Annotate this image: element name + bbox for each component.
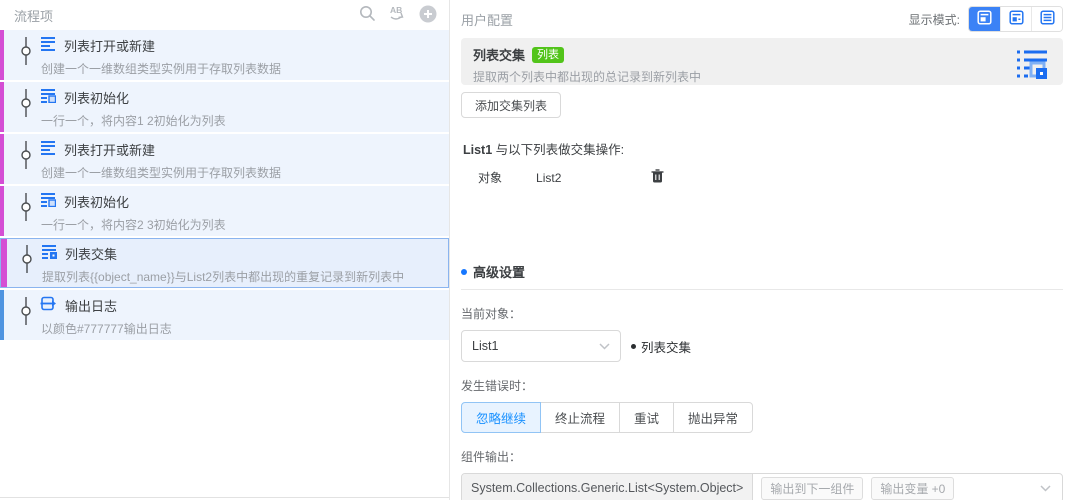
- intersect-object-row[interactable]: 对象 List2: [461, 169, 1063, 186]
- step-title: 输出日志: [65, 298, 118, 314]
- error-handling-label: 发生错误时：: [461, 379, 534, 393]
- list-icon: [40, 36, 56, 54]
- component-output-label: 组件输出：: [461, 450, 522, 464]
- error-option-terminate[interactable]: 终止流程: [540, 402, 621, 433]
- step-connector-icon: [20, 88, 32, 126]
- step-connector-icon: [20, 296, 32, 334]
- step-connector-icon: [21, 244, 33, 282]
- advanced-settings-header: 高级设置: [461, 262, 1063, 281]
- plus-icon: [419, 5, 437, 26]
- current-object-select[interactable]: List1: [461, 330, 621, 362]
- step-title: 列表交集: [65, 246, 118, 262]
- add-step-button[interactable]: [419, 5, 437, 26]
- list-init-icon: [40, 88, 57, 106]
- error-option-ignore[interactable]: 忽略继续: [461, 402, 542, 433]
- error-handling-group: 忽略继续 终止流程 重试 抛出异常: [461, 402, 754, 433]
- step-subtitle: 一行一个，将内容2 3初始化为列表: [41, 217, 226, 232]
- error-option-throw[interactable]: 抛出异常: [673, 402, 754, 433]
- config-panel-header: 用户配置 显示模式:: [461, 6, 1063, 32]
- process-panel-header: 流程项 AB: [0, 0, 449, 30]
- step-subtitle: 一行一个，将内容1 2初始化为列表: [41, 113, 226, 128]
- step-accent-bar: [0, 82, 4, 132]
- display-mode-detail-button[interactable]: [969, 7, 1000, 31]
- trash-icon: [651, 169, 664, 186]
- output-chevron-down-icon: [1040, 484, 1051, 492]
- log-output-icon: [40, 296, 57, 314]
- search-button[interactable]: [359, 5, 376, 25]
- process-step-2[interactable]: 列表初始化 一行一个，将内容1 2初始化为列表: [0, 82, 449, 132]
- step-accent-bar: [0, 30, 4, 80]
- config-panel: 用户配置 显示模式: 列表交集 列表 提取两个列表中都出现的总记录到新列表中 添…: [450, 0, 1073, 500]
- config-panel-title: 用户配置: [461, 12, 514, 28]
- add-intersect-list-button[interactable]: 添加交集列表: [461, 92, 562, 118]
- component-subtitle: 提取两个列表中都出现的总记录到新列表中: [473, 70, 702, 84]
- process-step-4[interactable]: 列表初始化 一行一个，将内容2 3初始化为列表: [0, 186, 449, 236]
- step-title: 列表初始化: [64, 194, 130, 210]
- intersect-target-line: List1 与以下列表做交集操作:: [461, 139, 1063, 158]
- left-panel-scroll-track[interactable]: [0, 497, 449, 498]
- step-connector-icon: [20, 192, 32, 230]
- display-mode-label: 显示模式:: [908, 12, 960, 27]
- error-option-retry[interactable]: 重试: [619, 402, 675, 433]
- step-title: 列表初始化: [64, 90, 130, 106]
- process-panel: 流程项 AB 列表打开或新建 创建一个一维数组类型实例用于存取列表数据 列表初始…: [0, 0, 450, 500]
- current-object-label: 当前对象：: [461, 307, 522, 321]
- step-accent-bar: [0, 134, 4, 184]
- target-list-name: List1: [463, 143, 493, 157]
- current-object-value: List1: [472, 339, 499, 353]
- output-variable-chip[interactable]: 输出变量 +0: [871, 476, 955, 500]
- component-output-bar[interactable]: System.Collections.Generic.List<System.O…: [461, 473, 1063, 500]
- advanced-settings-title: 高级设置: [473, 265, 526, 280]
- hint-bullet-icon: [631, 343, 636, 349]
- output-next-component-chip[interactable]: 输出到下一组件: [761, 476, 864, 500]
- step-connector-icon: [20, 36, 32, 74]
- process-step-1[interactable]: 列表打开或新建 创建一个一维数组类型实例用于存取列表数据: [0, 30, 449, 80]
- list-icon: [40, 140, 56, 158]
- rename-icon: AB: [388, 5, 407, 25]
- section-divider: [461, 289, 1063, 290]
- display-mode-medium-button[interactable]: [1000, 7, 1031, 31]
- search-icon: [359, 5, 376, 25]
- step-subtitle: 以颜色#777777输出日志: [41, 321, 172, 336]
- list-intersect-large-icon: [1017, 48, 1049, 83]
- section-bullet-icon: [461, 268, 467, 275]
- current-object-hint-text: 列表交集: [641, 340, 692, 355]
- component-card: 列表交集 列表 提取两个列表中都出现的总记录到新列表中: [461, 38, 1063, 85]
- object-value: List2: [536, 170, 562, 185]
- step-title: 列表打开或新建: [64, 142, 156, 158]
- object-label: 对象: [478, 171, 503, 185]
- component-title: 列表交集: [473, 48, 526, 63]
- list-init-icon: [40, 192, 57, 210]
- delete-object-button[interactable]: [651, 169, 664, 186]
- step-subtitle: 提取列表{{object_name}}与List2列表中都出现的重复记录到新列表…: [42, 269, 405, 284]
- app-window: 流程项 AB 列表打开或新建 创建一个一维数组类型实例用于存取列表数据 列表初始…: [0, 0, 1073, 500]
- step-accent-bar: [0, 186, 4, 236]
- target-line-text: 与以下列表做交集操作:: [495, 143, 625, 157]
- output-type-text: System.Collections.Generic.List<System.O…: [462, 474, 754, 500]
- component-category-badge: 列表: [532, 46, 565, 63]
- chevron-down-icon: [599, 339, 610, 353]
- step-accent-bar: [1, 239, 7, 287]
- process-panel-title: 流程项: [14, 8, 54, 24]
- process-step-3[interactable]: 列表打开或新建 创建一个一维数组类型实例用于存取列表数据: [0, 134, 449, 184]
- process-step-6[interactable]: 输出日志 以颜色#777777输出日志: [0, 290, 449, 340]
- step-accent-bar: [0, 290, 4, 340]
- list-intersect-icon: [41, 244, 57, 262]
- display-mode-list-button[interactable]: [1031, 7, 1062, 31]
- medium-view-icon: [1008, 10, 1024, 28]
- display-mode-group: [968, 6, 1063, 32]
- step-subtitle: 创建一个一维数组类型实例用于存取列表数据: [41, 165, 282, 180]
- step-title: 列表打开或新建: [64, 38, 156, 54]
- process-step-5-selected[interactable]: 列表交集 提取列表{{object_name}}与List2列表中都出现的重复记…: [0, 238, 449, 288]
- current-object-hint: 列表交集: [631, 337, 691, 356]
- list-view-icon: [1039, 10, 1055, 28]
- rename-button[interactable]: AB: [388, 5, 407, 25]
- detail-view-icon: [977, 10, 992, 28]
- step-connector-icon: [20, 140, 32, 178]
- process-step-list: 列表打开或新建 创建一个一维数组类型实例用于存取列表数据 列表初始化 一行一个，…: [0, 30, 449, 342]
- svg-text:AB: AB: [390, 5, 402, 15]
- step-subtitle: 创建一个一维数组类型实例用于存取列表数据: [41, 61, 282, 76]
